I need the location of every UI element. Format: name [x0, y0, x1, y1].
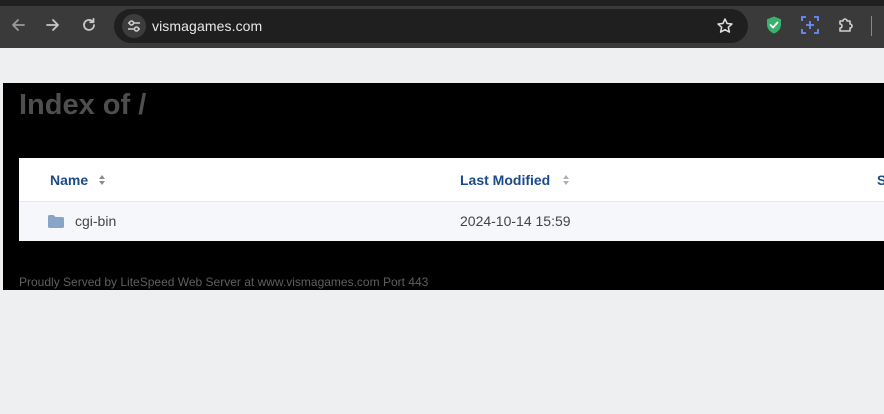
directory-listing: Index of / Name Last Modified S cgi-bin … — [3, 83, 884, 290]
reload-button[interactable] — [75, 11, 103, 39]
puzzle-icon[interactable] — [836, 15, 856, 35]
address-bar[interactable]: vismagames.com — [114, 9, 748, 43]
reload-icon — [83, 17, 95, 31]
back-button[interactable] — [4, 11, 32, 39]
url-text[interactable]: vismagames.com — [152, 18, 262, 34]
table-header: Name Last Modified S — [19, 158, 884, 202]
tune-icon — [128, 20, 140, 32]
star-icon[interactable] — [716, 17, 734, 35]
table-row[interactable]: cgi-bin 2024-10-14 15:59 — [19, 202, 884, 241]
last-modified-value: 2024-10-14 15:59 — [460, 213, 571, 229]
tab-strip-edge — [0, 0, 884, 6]
column-header-name-label[interactable]: Name — [50, 172, 88, 188]
column-header-name[interactable]: Name — [50, 172, 106, 188]
server-footer: Proudly Served by LiteSpeed Web Server a… — [19, 275, 429, 289]
column-header-last-modified[interactable]: Last Modified — [460, 172, 570, 188]
page-viewport: Index of / Name Last Modified S cgi-bin … — [0, 48, 884, 414]
sort-icon[interactable] — [98, 174, 106, 186]
screen-capture-icon[interactable] — [800, 15, 820, 35]
arrow-right-icon — [46, 19, 59, 31]
column-header-last-modified-label[interactable]: Last Modified — [460, 172, 550, 188]
forward-button[interactable] — [39, 11, 67, 39]
sort-icon[interactable] — [562, 174, 570, 186]
file-table: Name Last Modified S cgi-bin 2024-10-14 … — [19, 158, 884, 241]
site-info-button[interactable] — [122, 14, 146, 38]
arrow-left-icon — [12, 19, 25, 31]
shield-check-icon[interactable] — [764, 15, 784, 35]
browser-toolbar: vismagames.com — [0, 0, 884, 48]
page-title: Index of / — [19, 89, 147, 121]
column-header-size-label[interactable]: S — [877, 172, 884, 188]
folder-icon — [48, 215, 64, 228]
toolbar-divider — [871, 16, 872, 36]
column-header-size[interactable]: S — [877, 172, 884, 188]
file-name-link[interactable]: cgi-bin — [75, 213, 116, 229]
